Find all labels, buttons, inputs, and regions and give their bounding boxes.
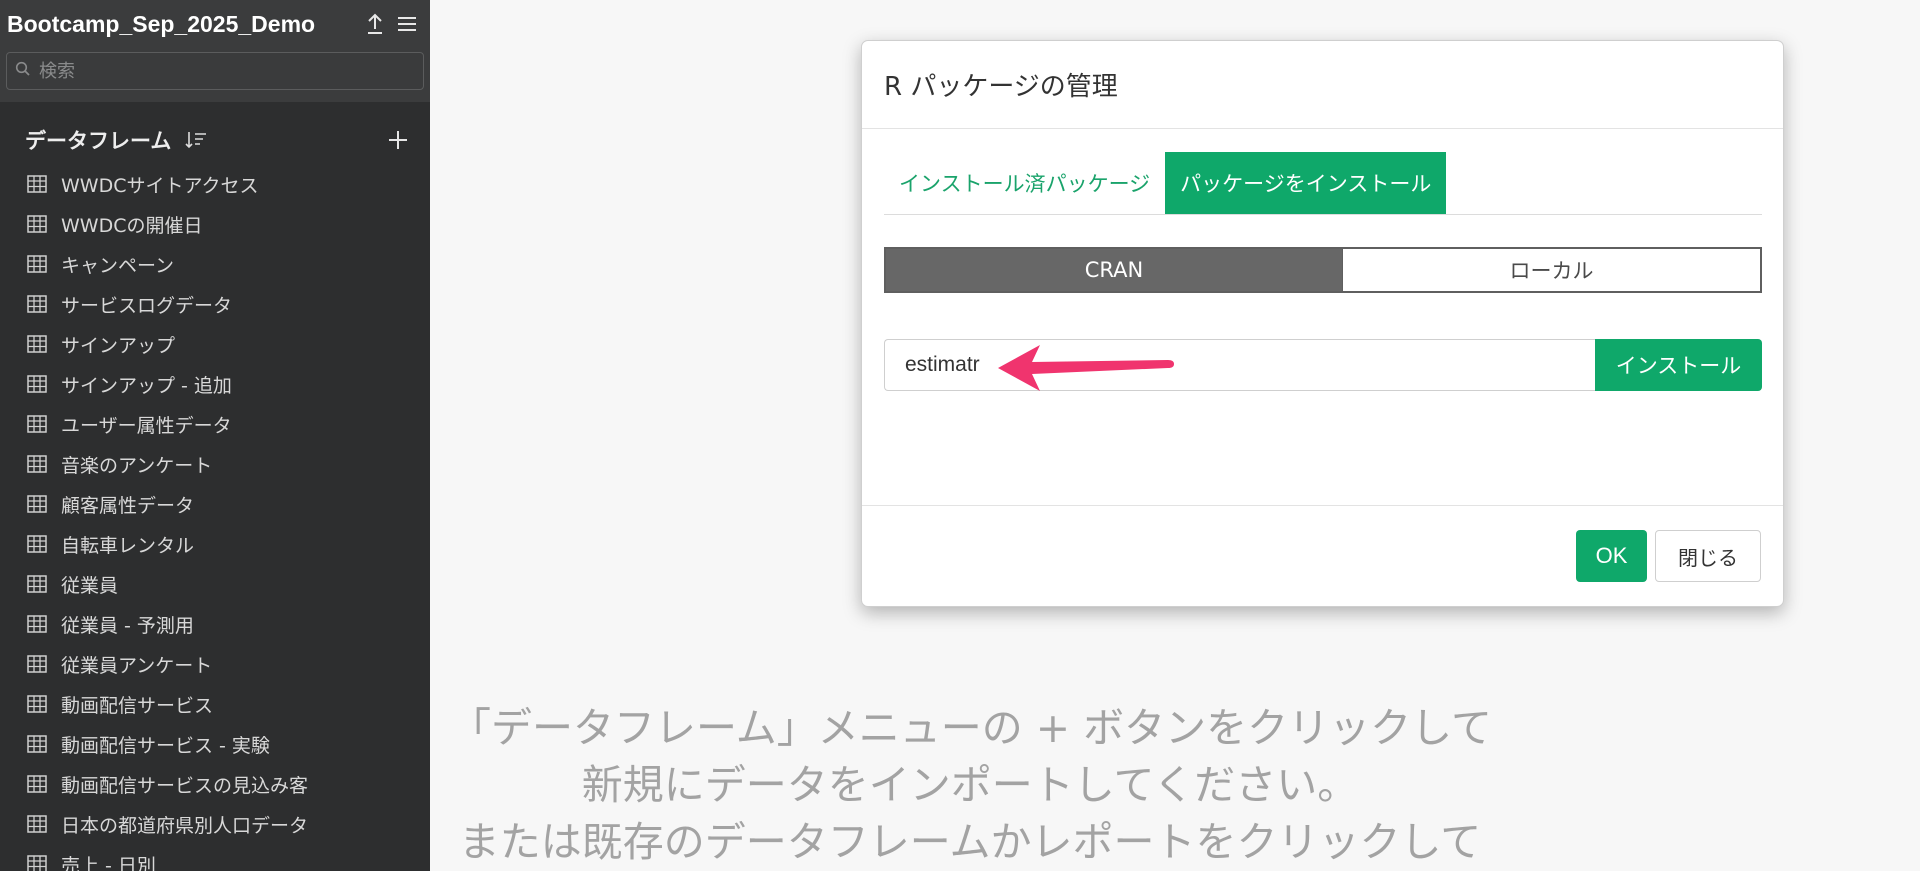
dataframe-label: 従業員アンケート — [61, 654, 213, 677]
hamburger-menu-icon[interactable] — [392, 9, 422, 39]
dataframe-list-item[interactable]: 従業員 — [0, 564, 430, 604]
source-local-button[interactable]: ローカル — [1342, 249, 1760, 291]
table-icon — [27, 735, 47, 753]
table-icon — [27, 535, 47, 553]
dataframe-label: 顧客属性データ — [61, 494, 195, 517]
dataframe-list-item[interactable]: 日本の都道府県別人口データ — [0, 804, 430, 844]
dataframe-list-item[interactable]: 動画配信サービス — [0, 684, 430, 724]
source-cran-button[interactable]: CRAN — [886, 249, 1342, 291]
dataframe-label: サインアップ — [61, 334, 176, 357]
project-header: Bootcamp_Sep_2025_Demo — [0, 0, 430, 48]
dataframe-label: 日本の都道府県別人口データ — [61, 814, 309, 837]
package-name-input[interactable] — [884, 339, 1595, 391]
upload-icon[interactable] — [360, 9, 390, 39]
dataframe-label: 動画配信サービスの見込み客 — [61, 774, 309, 797]
dataframe-label: ユーザー属性データ — [61, 414, 232, 437]
dataframe-label: 動画配信サービス — [61, 694, 214, 717]
dataframe-label: 動画配信サービス - 実験 — [61, 734, 270, 757]
dialog-footer: OK 閉じる — [862, 505, 1783, 606]
dataframe-list-item[interactable]: サインアップ — [0, 324, 430, 364]
table-icon — [27, 335, 47, 353]
dataframe-list-item[interactable]: サービスログデータ — [0, 284, 430, 324]
dataframe-list-item[interactable]: サインアップ - 追加 — [0, 364, 430, 404]
table-icon — [27, 295, 47, 313]
table-icon — [27, 175, 47, 193]
dataframe-label: サインアップ - 追加 — [61, 374, 232, 397]
dialog-title: R パッケージの管理 — [884, 72, 1118, 102]
dataframe-list-item[interactable]: ユーザー属性データ — [0, 404, 430, 444]
dialog-header: R パッケージの管理 — [862, 41, 1783, 129]
dataframe-label: WWDCサイトアクセス — [61, 174, 259, 197]
tab-installed-packages[interactable]: インストール済パッケージ — [884, 152, 1165, 214]
dataframe-list: WWDCサイトアクセス WWDCの開催日 キャンペーンサービスログデータ サインアップ… — [0, 164, 430, 871]
table-icon — [27, 815, 47, 833]
table-icon — [27, 495, 47, 513]
dataframe-label: WWDCの開催日 — [61, 214, 203, 237]
add-dataframe-icon[interactable] — [388, 130, 408, 150]
dataframe-label: 自転車レンタル — [61, 534, 195, 557]
tab-install-package[interactable]: パッケージをインストール — [1165, 152, 1447, 214]
table-icon — [27, 615, 47, 633]
dataframe-label: キャンペーン — [61, 254, 175, 277]
sidebar: Bootcamp_Sep_2025_Demo データフレーム WWDCサイトアク… — [0, 0, 430, 871]
search-icon — [15, 61, 31, 81]
dataframe-list-item[interactable]: 従業員 - 予測用 — [0, 604, 430, 644]
table-icon — [27, 695, 47, 713]
table-icon — [27, 415, 47, 433]
ok-button[interactable]: OK — [1576, 530, 1647, 582]
search-box — [6, 52, 424, 90]
table-icon — [27, 575, 47, 593]
table-icon — [27, 375, 47, 393]
install-button[interactable]: インストール — [1595, 339, 1762, 391]
dataframe-list-item[interactable]: キャンペーン — [0, 244, 430, 284]
dataframe-list-item[interactable]: WWDCサイトアクセス — [0, 164, 430, 204]
search-input[interactable] — [37, 59, 415, 83]
table-icon — [27, 855, 47, 871]
dataframe-list-item[interactable]: WWDCの開催日 — [0, 204, 430, 244]
table-icon — [27, 255, 47, 273]
pointer-arrow-icon — [998, 345, 1174, 391]
r-package-dialog: R パッケージの管理 インストール済パッケージ パッケージをインストール CRA… — [861, 40, 1784, 607]
sort-icon[interactable] — [185, 130, 207, 150]
dialog-tabs: インストール済パッケージ パッケージをインストール — [884, 152, 1762, 215]
source-toggle: CRAN ローカル — [884, 247, 1762, 293]
empty-message-line: 新規にデータをインポートしてください。 — [581, 761, 1359, 809]
dataframe-list-item[interactable]: 自転車レンタル — [0, 524, 430, 564]
dataframe-label: 音楽のアンケート — [61, 454, 213, 477]
empty-state-message: 「データフレーム」メニューの + ボタンをクリックして 新規にデータをインポート… — [450, 700, 1492, 871]
empty-message-line: 「データフレーム」メニューの + ボタンをクリックして — [450, 704, 1492, 752]
dataframe-list-item[interactable]: 動画配信サービス - 実験 — [0, 724, 430, 764]
dataframe-list-item[interactable]: 売上 - 日別 — [0, 844, 430, 871]
empty-message-line: または既存のデータフレームかレポートをクリックして — [458, 818, 1482, 866]
dataframe-list-item[interactable]: 音楽のアンケート — [0, 444, 430, 484]
table-icon — [27, 215, 47, 233]
project-title: Bootcamp_Sep_2025_Demo — [7, 10, 316, 37]
close-button[interactable]: 閉じる — [1655, 530, 1761, 582]
dataframe-list-item[interactable]: 顧客属性データ — [0, 484, 430, 524]
dataframe-label: 従業員 — [61, 574, 119, 597]
dataframe-label: 従業員 - 予測用 — [61, 614, 194, 637]
table-icon — [27, 655, 47, 673]
table-icon — [27, 455, 47, 473]
search-area — [0, 48, 430, 102]
table-icon — [27, 775, 47, 793]
dataframe-section-header: データフレーム — [0, 120, 430, 160]
dataframe-list-item[interactable]: 従業員アンケート — [0, 644, 430, 684]
section-title: データフレーム — [25, 129, 172, 153]
dataframe-label: サービスログデータ — [61, 294, 233, 317]
dataframe-list-item[interactable]: 動画配信サービスの見込み客 — [0, 764, 430, 804]
dataframe-label: 売上 - 日別 — [61, 854, 156, 871]
